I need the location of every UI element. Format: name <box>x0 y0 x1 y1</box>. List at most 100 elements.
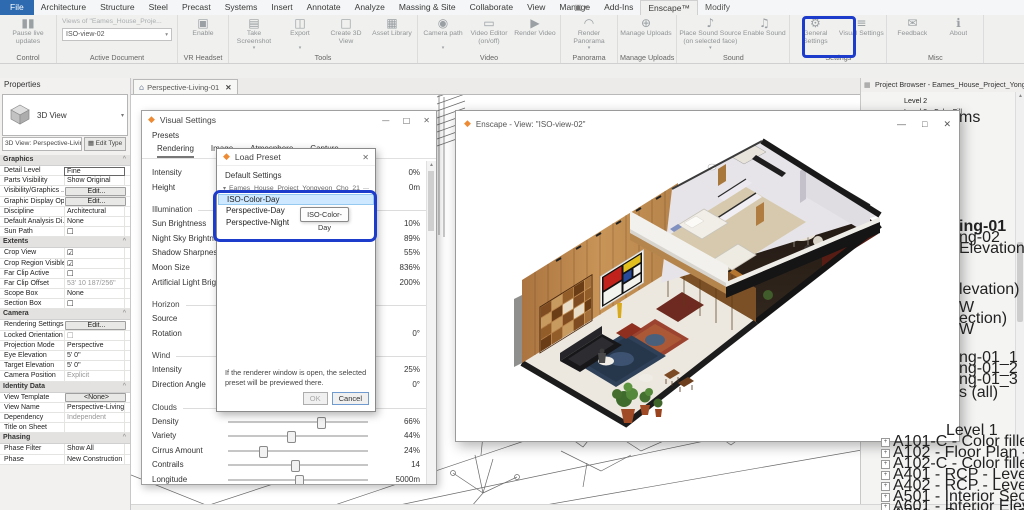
view-tab[interactable]: ⌂ Perspective-Living-01 ✕ <box>133 79 238 95</box>
settings-tab[interactable]: Rendering <box>157 142 194 158</box>
tree-item[interactable]: + A701 - Restroom 1 <box>881 506 1024 510</box>
minimize-button[interactable]: — <box>382 116 390 125</box>
ribbon-tab[interactable]: Collaborate <box>463 0 520 15</box>
property-value[interactable]: <None> <box>65 393 126 403</box>
ribbon-tab[interactable]: Structure <box>93 0 142 15</box>
ribbon-button[interactable]: ◫ Export ▾ <box>277 15 323 51</box>
ribbon-button[interactable]: ▮▮ Pause live updates <box>2 15 54 47</box>
property-value[interactable]: Edit... <box>65 320 126 331</box>
property-section-header[interactable]: Extents ^ <box>0 237 130 249</box>
ribbon-button[interactable]: ℹ About <box>935 15 981 47</box>
preset-item[interactable]: Perspective-Night <box>218 217 374 228</box>
setting-slider[interactable] <box>228 474 368 484</box>
property-section-header[interactable]: Camera ^ <box>0 309 130 321</box>
ribbon-tab[interactable]: Systems <box>218 0 265 15</box>
property-value[interactable]: Explicit <box>64 371 125 381</box>
property-value[interactable]: ☐ <box>64 227 125 237</box>
maximize-button[interactable]: □ <box>403 116 411 125</box>
close-button[interactable]: ✕ <box>943 119 951 130</box>
property-value[interactable]: ☑ <box>64 258 125 268</box>
maximize-button[interactable]: □ <box>922 119 927 130</box>
ribbon-tab[interactable]: Architecture <box>34 0 93 15</box>
ribbon-tab[interactable]: Insert <box>264 0 299 15</box>
ribbon-button[interactable]: ▦ Asset Library <box>369 15 415 47</box>
preset-item[interactable]: Perspective-Day <box>218 205 374 216</box>
ok-button[interactable]: OK <box>302 392 328 405</box>
property-value[interactable]: 53' 10 187/256" <box>64 278 125 289</box>
presets-menu[interactable]: Presets <box>142 129 436 142</box>
ribbon-button[interactable]: □ Create 3D View <box>323 15 369 47</box>
ribbon-tab[interactable]: Precast <box>175 0 218 15</box>
property-value[interactable]: Independent <box>64 412 125 423</box>
ribbon-button[interactable]: ◠ Render Panorama ▾ <box>563 15 615 51</box>
property-value[interactable]: Fine <box>64 166 125 176</box>
property-value[interactable]: None <box>64 216 125 227</box>
property-value[interactable]: Perspective <box>64 340 125 350</box>
ribbon-tab[interactable]: Add-Ins <box>597 0 640 15</box>
ribbon-button[interactable]: ◉ Camera path ▾ <box>420 15 466 51</box>
setting-slider[interactable] <box>228 431 368 444</box>
property-value[interactable]: Show Original <box>64 176 125 186</box>
tree-item-fragment[interactable]: ms <box>959 109 980 127</box>
preset-group-header[interactable]: ▾ Eames_House_Project_Yongyeon_Cho_21 <box>217 183 375 194</box>
ribbon-tab[interactable]: Analyze <box>348 0 392 15</box>
property-section-header[interactable]: Phasing ^ <box>0 433 130 445</box>
ribbon-tab[interactable]: Modify <box>698 0 737 15</box>
property-value[interactable]: Edit... <box>65 197 126 207</box>
ribbon-button[interactable]: ▭ Video Editor (on/off) <box>466 15 512 47</box>
close-button[interactable]: ✕ <box>423 116 430 125</box>
tree-item[interactable]: Level 2 <box>904 96 927 105</box>
ribbon-button[interactable]: ▣ Enable <box>180 15 226 47</box>
property-value[interactable]: New Construction <box>64 454 125 464</box>
dialog-title-bar[interactable]: ◆ Visual Settings — □ ✕ <box>142 111 436 129</box>
property-section-header[interactable]: Identity Data ^ <box>0 381 130 393</box>
dialog-title-bar[interactable]: ◆ Load Preset ✕ <box>217 149 375 166</box>
active-view-dropdown[interactable]: ISO-view-02 ▾ <box>62 28 172 41</box>
property-value[interactable]: Edit... <box>65 186 126 197</box>
ribbon-button[interactable]: ⊕ Manage Uploads <box>620 15 672 47</box>
property-value[interactable]: Perspective-Living-01 <box>64 402 125 412</box>
ribbon-tab[interactable]: Annotate <box>300 0 348 15</box>
ribbon-button[interactable]: ▶ Render Video <box>512 15 558 47</box>
property-value[interactable]: 5' 0" <box>64 361 125 371</box>
scroll-up-icon[interactable]: ▲ <box>1016 92 1024 101</box>
close-icon[interactable]: ✕ <box>225 83 231 92</box>
preset-item-default[interactable]: Default Settings <box>217 166 375 183</box>
enscape-render-viewport[interactable] <box>456 137 957 439</box>
property-section-header[interactable]: Graphics ^ <box>0 155 130 166</box>
property-value[interactable]: ☑ <box>64 248 125 258</box>
setting-slider[interactable] <box>228 416 368 429</box>
property-value[interactable]: None <box>64 289 125 299</box>
property-value[interactable]: Architectural <box>64 206 125 216</box>
close-button[interactable]: ✕ <box>362 153 369 162</box>
ribbon-panel-toggle-icon[interactable]: ▣ ▾ <box>568 0 594 15</box>
ribbon-button[interactable]: ▤ Take Screenshot ▾ <box>231 15 277 51</box>
scroll-thumb[interactable] <box>428 171 434 231</box>
tree-item-fragment[interactable]: W <box>959 321 974 339</box>
ribbon-tab[interactable]: Steel <box>142 0 175 15</box>
ribbon-button[interactable]: ⚙ General Settings <box>792 15 838 47</box>
property-value[interactable]: ☐ <box>64 268 125 278</box>
setting-slider[interactable] <box>228 460 368 473</box>
property-value[interactable]: Show All <box>64 444 125 454</box>
type-selector[interactable]: 3D View ▾ <box>2 94 128 136</box>
property-value[interactable] <box>64 423 125 433</box>
ribbon-button[interactable]: ✉ Feedback <box>889 15 935 47</box>
ribbon-tab[interactable]: View <box>520 0 552 15</box>
property-value[interactable]: ☐ <box>64 299 125 309</box>
cancel-button[interactable]: Cancel <box>331 392 369 405</box>
scroll-up-icon[interactable]: ▲ <box>427 161 436 170</box>
property-value[interactable]: ☐ <box>64 330 125 340</box>
ribbon-tab[interactable]: File <box>0 0 34 15</box>
ribbon-button[interactable]: ≡ Visual Settings <box>838 15 884 47</box>
minimize-button[interactable]: — <box>897 119 906 130</box>
tree-item-fragment[interactable]: levation) <box>959 281 1019 299</box>
window-title-bar[interactable]: ◆ Enscape - View: "ISO-view-02" — □ ✕ <box>456 111 959 137</box>
ribbon-button[interactable]: ♪ Place Sound Source (on selected face) … <box>679 15 741 51</box>
ribbon-tab[interactable]: Massing & Site <box>392 0 463 15</box>
tree-item-fragment[interactable]: s (all) <box>959 384 998 402</box>
view-type-dropdown[interactable]: 3D View: Perspective-Living- ∨ <box>2 137 82 151</box>
setting-slider[interactable] <box>228 445 368 458</box>
ribbon-tab[interactable]: Enscape™ <box>640 0 698 15</box>
preset-item[interactable]: ISO-Color-Day <box>218 194 374 206</box>
